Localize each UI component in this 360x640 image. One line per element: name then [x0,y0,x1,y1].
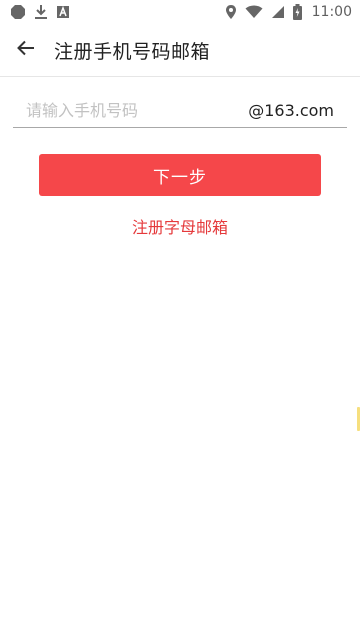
download-icon [34,4,48,20]
location-icon [225,4,237,20]
arrow-left-icon [16,38,36,62]
app-icon [10,4,26,20]
status-bar: 11:00 [0,0,360,24]
status-right-icons: 11:00 [225,4,352,20]
page-title: 注册手机号码邮箱 [54,40,211,63]
cell-signal-icon [271,5,285,19]
email-domain-suffix: @163.com [248,101,334,120]
toolbar: 注册手机号码邮箱 [0,24,360,77]
phone-number-input[interactable] [13,94,249,127]
wifi-icon [245,5,263,19]
phone-input-row: @163.com [13,94,347,128]
register-letter-email-link[interactable]: 注册字母邮箱 [0,214,360,238]
a-box-icon [56,5,70,19]
register-screen: 11:00 注册手机号码邮箱 @163.com 下一步 注册字母邮箱 [0,0,360,640]
next-button[interactable]: 下一步 [39,154,321,196]
battery-charging-icon [292,4,302,20]
back-button[interactable] [0,24,54,77]
status-clock: 11:00 [311,4,352,20]
status-left-icons [10,4,70,20]
